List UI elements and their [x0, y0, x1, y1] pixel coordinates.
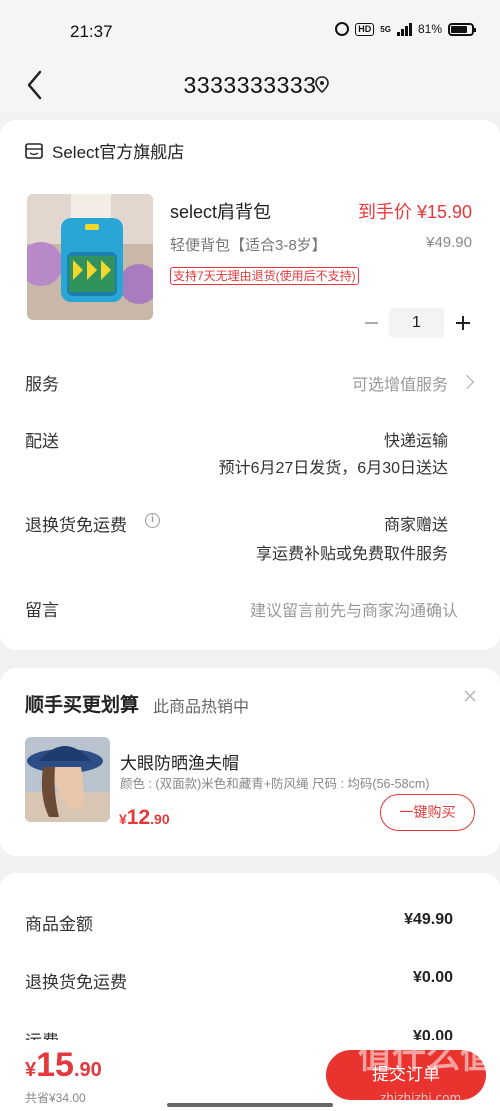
- price-integer: 12: [126, 806, 151, 829]
- return-policy-tag: 支持7天无理由退货(使用后不支持): [170, 267, 359, 285]
- hd-icon: HD: [355, 22, 375, 36]
- product-name: select肩背包: [170, 202, 272, 222]
- battery-icon: [448, 22, 476, 36]
- delivery-label: 配送: [25, 432, 59, 451]
- checkout-bar: ¥15.90 共省¥34.00 提交订单: [0, 1040, 500, 1111]
- return-shipping-desc: 享运费补贴或免费取件服务: [255, 546, 448, 563]
- battery-percent: 81%: [417, 22, 442, 36]
- store-icon: [25, 142, 43, 159]
- total-saved: 共省¥34.00: [25, 1091, 86, 1105]
- alarm-icon: [335, 22, 350, 36]
- chevron-right-icon[interactable]: [459, 374, 475, 390]
- bundle-item-price: ¥12.90: [119, 806, 170, 830]
- product-original-price: ¥49.90: [426, 234, 472, 251]
- product-image[interactable]: [27, 194, 153, 320]
- goods-amount-label: 商品金额: [25, 915, 93, 934]
- bundle-title: 顺手买更划算: [25, 695, 140, 716]
- total-price: ¥15.90: [25, 1046, 102, 1085]
- return-shipping-label: 退换货免运费: [25, 516, 127, 535]
- submit-order-button[interactable]: 提交订单: [326, 1050, 486, 1100]
- price-symbol: ¥: [119, 811, 127, 827]
- bundle-offer-card: 顺手买更划算 此商品热销中 大眼防晒渔夫帽 颜色 : (双面款)米色和藏青+防风…: [0, 668, 500, 856]
- quantity-decrease-button[interactable]: [360, 310, 382, 336]
- delivery-eta: 预计6月27日发货，6月30日送达: [218, 460, 448, 477]
- status-time: 21:37: [70, 22, 113, 41]
- signal-icon: [396, 22, 412, 36]
- status-icons: HD 5G 81%: [335, 22, 476, 36]
- bundle-subtitle: 此商品热销中: [153, 699, 250, 716]
- bundle-item-name: 大眼防晒渔夫帽: [120, 754, 239, 773]
- price-decimal: .90: [150, 811, 170, 827]
- note-input[interactable]: 建议留言前先与商家沟通确认: [250, 597, 458, 621]
- info-icon[interactable]: i: [145, 513, 160, 528]
- home-indicator: [167, 1103, 333, 1107]
- price-decimal: .90: [73, 1059, 102, 1081]
- return-shipping-total-label: 退换货免运费: [25, 973, 127, 992]
- goods-amount-value: ¥49.90: [404, 911, 453, 928]
- location-icon[interactable]: [314, 76, 330, 94]
- note-label: 留言: [25, 601, 59, 620]
- quantity-input[interactable]: 1: [389, 308, 444, 338]
- one-click-buy-button[interactable]: 一键购买: [380, 794, 475, 831]
- return-shipping-total-value: ¥0.00: [412, 969, 453, 986]
- product-spec[interactable]: 轻便背包【适合3-8岁】: [170, 234, 327, 255]
- delivery-method[interactable]: 快递运输: [384, 427, 448, 451]
- product-final-price: 到手价 ¥15.90: [357, 202, 472, 222]
- service-value[interactable]: 可选增值服务: [352, 371, 448, 395]
- order-main-card: Select官方旗舰店 select肩背包 到手价 ¥15.90 轻便背包【适合…: [0, 120, 500, 650]
- store-name: Select官方旗舰店: [52, 143, 185, 162]
- price-symbol: ¥: [25, 1059, 37, 1081]
- status-bar: 21:37 HD 5G 81%: [0, 0, 500, 62]
- bundle-item-image[interactable]: [25, 737, 110, 822]
- nav-bar: 3333333333: [0, 62, 500, 112]
- close-icon[interactable]: [462, 688, 478, 704]
- network-label: 5G: [380, 24, 391, 34]
- bundle-item-spec: 颜色 : (双面款)米色和藏青+防风绳 尺码 : 均码(56-58cm): [120, 777, 430, 791]
- quantity-increase-button[interactable]: [452, 310, 474, 336]
- return-shipping-value: 商家赠送: [383, 517, 448, 534]
- page-title: 3333333333: [183, 72, 317, 98]
- price-integer: 15: [36, 1046, 74, 1084]
- store-header[interactable]: Select官方旗舰店: [24, 138, 184, 163]
- service-label: 服务: [25, 375, 59, 394]
